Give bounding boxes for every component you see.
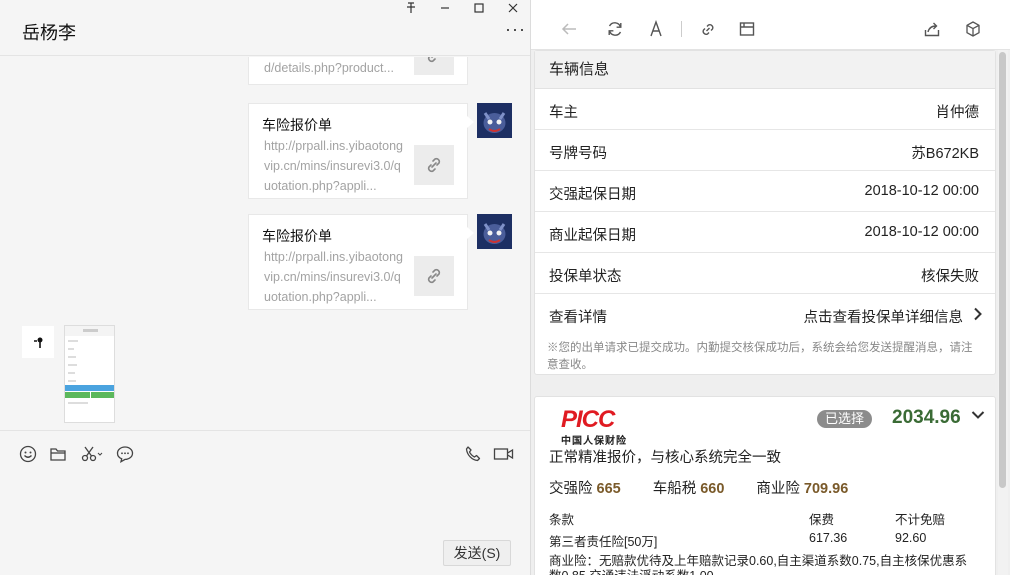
view-details-link[interactable]: 点击查看投保单详细信息 xyxy=(804,306,964,327)
premium-label: 商业险 xyxy=(756,481,800,497)
message-list[interactable]: d/details.php?product... 车险报价单 http://pr… xyxy=(0,57,530,430)
pin-icon[interactable] xyxy=(394,0,428,16)
column-header: 不计免赔 xyxy=(895,513,946,527)
premium-item: 车船税 660 xyxy=(653,477,725,498)
toolbar-separator xyxy=(681,21,682,37)
info-row: 投保单状态 核保失败 xyxy=(535,253,995,294)
video-icon[interactable] xyxy=(493,444,515,464)
contact-avatar[interactable] xyxy=(22,326,54,358)
font-icon[interactable] xyxy=(646,19,666,39)
scrollbar[interactable] xyxy=(998,50,1008,575)
chat-title: 岳杨李 xyxy=(22,23,76,43)
row-label: 投保单状态 xyxy=(549,269,622,285)
info-row: 号牌号码 苏B672KB xyxy=(535,130,995,171)
scissors-icon[interactable] xyxy=(80,444,104,464)
quote-panel: PICC 中国人保财险 已选择 2034.96 正常精准报价，与核心系统完全一致… xyxy=(534,396,996,575)
link-card-message[interactable]: 车险报价单 http://prpall.ins.yibaotongvip.cn/… xyxy=(248,214,474,310)
info-row: 交强起保日期 2018-10-12 00:00 xyxy=(535,171,995,212)
chevron-right-icon xyxy=(973,307,983,326)
chat-toolbar xyxy=(0,430,530,476)
avatar[interactable] xyxy=(477,103,512,138)
row-value: 苏B672KB xyxy=(911,146,979,162)
link-card-title: 车险报价单 xyxy=(262,117,332,133)
premium-item: 商业险 709.96 xyxy=(756,477,848,498)
chat-bubble-icon[interactable] xyxy=(115,444,135,464)
view-details-row[interactable]: 查看详情 点击查看投保单详细信息 xyxy=(535,294,995,335)
window-icon[interactable] xyxy=(737,19,757,39)
premium-value: 660 xyxy=(700,481,725,497)
row-label: 车主 xyxy=(549,105,578,121)
premium-summary: 交强险 665 车船税 660 商业险 709.96 xyxy=(549,477,880,498)
chevron-down-icon[interactable] xyxy=(971,407,985,425)
row-value: 肖仲德 xyxy=(935,105,980,121)
premium-item: 交强险 665 xyxy=(549,477,621,498)
link-card-title: 车险报价单 xyxy=(262,228,332,244)
bubble-tail xyxy=(467,116,474,128)
link-icon xyxy=(414,57,454,75)
premium-value: 709.96 xyxy=(803,481,849,497)
row-label: 查看详情 xyxy=(549,310,607,326)
total-price: 2034.96 xyxy=(892,407,961,428)
quote-description: 正常精准报价，与核心系统完全一致 xyxy=(549,450,781,466)
coverage-deductible: 92.60 xyxy=(895,531,927,545)
link-icon xyxy=(414,145,454,185)
row-value: 2018-10-12 00:00 xyxy=(864,183,980,199)
row-label: 商业起保日期 xyxy=(549,228,636,244)
link-icon[interactable] xyxy=(698,19,718,39)
link-card-url: d/details.php?product... xyxy=(264,61,394,75)
emoji-icon[interactable] xyxy=(18,444,38,464)
back-arrow-icon[interactable] xyxy=(559,19,579,39)
link-card-url: http://prpall.ins.yibaotongvip.cn/mins/i… xyxy=(264,250,403,304)
logo-subtext: 中国人保财险 xyxy=(561,436,627,447)
logo-text: PICC xyxy=(561,406,615,433)
info-row: 车主 肖仲德 xyxy=(535,89,995,130)
chat-window: 岳杨李 ··· d/details.php?product... 车险报价单 h… xyxy=(0,0,530,575)
browser-toolbar xyxy=(531,0,1010,50)
vehicle-info-panel: 车辆信息 车主 肖仲德 号牌号码 苏B672KB 交强起保日期 2018-10-… xyxy=(534,50,996,375)
premium-value: 665 xyxy=(596,481,621,497)
link-card-url: http://prpall.ins.yibaotongvip.cn/mins/i… xyxy=(264,139,403,193)
minimize-icon[interactable] xyxy=(428,0,462,16)
link-card-message[interactable]: d/details.php?product... xyxy=(248,57,468,85)
coverage-item: 第三者责任险[50万] xyxy=(549,535,658,549)
column-header: 条款 xyxy=(549,513,575,527)
commercial-note: 商业险：无赔款优待及上年赔款记录0.60,自主渠道系数0.75,自主核保优惠系数… xyxy=(549,554,968,575)
browser-pane: 车辆信息 车主 肖仲德 号牌号码 苏B672KB 交强起保日期 2018-10-… xyxy=(530,0,1010,575)
maximize-icon[interactable] xyxy=(462,0,496,16)
premium-label: 交强险 xyxy=(549,481,593,497)
selected-badge: 已选择 xyxy=(817,410,873,428)
close-icon[interactable] xyxy=(496,0,530,16)
column-header: 保费 xyxy=(809,513,835,527)
scroll-thumb[interactable] xyxy=(999,52,1006,488)
refresh-icon[interactable] xyxy=(605,19,625,39)
more-options-icon[interactable]: ··· xyxy=(505,20,526,38)
status-value: 核保失败 xyxy=(921,269,979,285)
window-controls xyxy=(394,0,530,16)
info-row: 商业起保日期 2018-10-12 00:00 xyxy=(535,212,995,253)
send-button[interactable]: 发送(S) xyxy=(443,540,511,566)
bubble-tail xyxy=(467,227,474,239)
phone-icon[interactable] xyxy=(463,444,483,464)
row-value: 2018-10-12 00:00 xyxy=(864,224,980,240)
link-card-message[interactable]: 车险报价单 http://prpall.ins.yibaotongvip.cn/… xyxy=(248,103,474,199)
folder-icon[interactable] xyxy=(48,444,68,464)
image-message-thumbnail[interactable] xyxy=(64,325,115,423)
avatar[interactable] xyxy=(477,214,512,249)
submission-notice: ※您的出单请求已提交成功。内勤提交核保成功后，系统会给您发送提醒消息，请注意查收… xyxy=(547,340,973,371)
page-content[interactable]: 车辆信息 车主 肖仲德 号牌号码 苏B672KB 交强起保日期 2018-10-… xyxy=(534,50,996,575)
row-label: 号牌号码 xyxy=(549,146,607,162)
premium-label: 车船税 xyxy=(652,481,697,497)
panel-title: 车辆信息 xyxy=(535,51,995,89)
coverage-fee: 617.36 xyxy=(809,531,848,545)
share-icon[interactable] xyxy=(922,19,942,39)
link-icon xyxy=(414,256,454,296)
row-label: 交强起保日期 xyxy=(549,187,636,203)
picc-logo: PICC 中国人保财险 xyxy=(561,406,651,447)
cube-icon[interactable] xyxy=(963,19,983,39)
